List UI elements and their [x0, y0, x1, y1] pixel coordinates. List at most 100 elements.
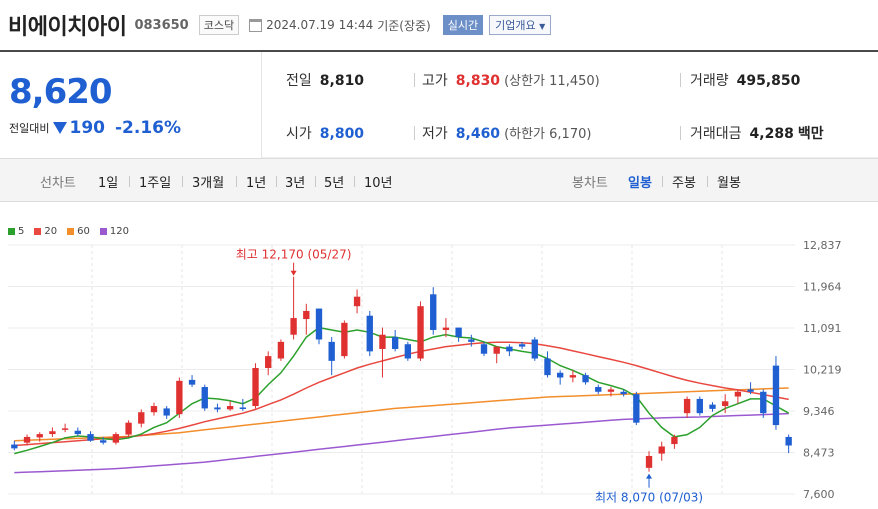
y-tick-label: 9,346 [803, 405, 835, 418]
divider [414, 73, 415, 87]
legend-swatch [8, 228, 15, 235]
candle-down [760, 391, 767, 414]
period-1y[interactable]: 1년 [246, 172, 266, 191]
legend-ma60-label: 60 [77, 226, 90, 237]
quote-basis: 기준(장중) [377, 18, 431, 33]
market-badge: 코스닥 [198, 15, 240, 35]
candle-up [23, 436, 31, 443]
trade-value-unit: 백만 [797, 126, 824, 142]
low-annotation: 최저 8,070 (07/03) [595, 491, 703, 505]
candle-daily[interactable]: 일봉 [628, 172, 652, 191]
candle-chart-label: 봉차트 [572, 176, 608, 191]
legend-ma120: 120 [99, 226, 129, 237]
candle-weekly[interactable]: 주봉 [672, 172, 696, 191]
candle-up [176, 380, 183, 415]
legend-swatch [67, 228, 75, 235]
line-chart-label: 선차트 [40, 176, 76, 191]
candle-down [620, 391, 627, 395]
divider [354, 176, 355, 187]
upper-limit: (상한가 11,450) [504, 74, 600, 89]
divider [707, 176, 708, 187]
trade-value: 거래대금 4,288 백만 [690, 123, 824, 143]
lower-limit: (하한가 6,170) [504, 127, 592, 142]
y-tick-label: 12,837 [803, 239, 842, 252]
candle-up [265, 356, 272, 369]
period-3m[interactable]: 3개월 [192, 172, 224, 191]
period-10y[interactable]: 10년 [364, 172, 393, 191]
legend-ma60: 60 [67, 226, 90, 237]
high-marker-arrow [290, 270, 297, 276]
candle-up [36, 434, 43, 438]
candle-down [391, 337, 399, 349]
candle-up [353, 296, 361, 307]
candle-down [595, 387, 602, 392]
stock-page: 비에이치아이 083650 코스닥 2024.07.19 14:44 기준(장중… [0, 0, 878, 509]
candle-up [658, 446, 665, 454]
day-high: 고가 8,830 (상한가 11,450) [422, 70, 600, 90]
divider [680, 126, 681, 140]
candle-up [645, 455, 653, 468]
y-tick-label: 8,473 [803, 446, 835, 459]
candle-monthly[interactable]: 월봉 [717, 172, 741, 191]
low-marker-arrow [646, 473, 653, 479]
candle-down [468, 339, 475, 342]
legend-ma5: 5 [8, 226, 24, 237]
down-triangle-icon [53, 122, 68, 134]
candle-down [556, 372, 564, 378]
high-label: 고가 [422, 73, 448, 89]
candle-down [366, 315, 373, 352]
calendar-icon [249, 18, 263, 32]
candle-down [328, 341, 335, 361]
candle-down [544, 358, 551, 376]
period-3y[interactable]: 3년 [285, 172, 305, 191]
candle-up [442, 327, 450, 330]
candle-down [163, 408, 170, 416]
period-1w[interactable]: 1주일 [139, 172, 171, 191]
volume: 거래량 495,850 [690, 70, 800, 90]
candlestick-chart[interactable]: 12,837 11,964 11,091 10,219 9,346 8,473 7,600 최… [0, 210, 878, 509]
candle-up [734, 391, 742, 397]
open-price: 시가 8,800 [286, 123, 364, 143]
divider [662, 176, 663, 187]
candle-up [112, 434, 120, 443]
candle-down [11, 444, 18, 449]
candle-down [315, 308, 323, 340]
period-5y[interactable]: 5년 [324, 172, 344, 191]
candle-up [341, 322, 348, 357]
candle-down [74, 430, 81, 435]
candle-up [290, 318, 297, 335]
quote-datetime: 2024.07.19 14:44 [266, 18, 374, 32]
volume-value: 495,850 [736, 73, 801, 89]
candle-down [100, 440, 107, 443]
high-value: 8,830 [455, 73, 501, 89]
price-summary: 8,620 전일대비 190 -2.16% [0, 52, 262, 158]
candle-up [493, 346, 500, 354]
candle-down [188, 379, 196, 385]
candle-down [633, 394, 640, 423]
corp-overview-label: 기업개요 [495, 19, 536, 32]
candle-up [49, 431, 56, 435]
low-value: 8,460 [455, 126, 501, 142]
prev-close-value: 8,810 [319, 73, 365, 89]
candle-down [785, 436, 792, 446]
divider [236, 176, 237, 187]
day-low: 저가 8,460 (하한가 6,170) [422, 123, 591, 143]
divider [276, 176, 277, 187]
ma5-line [14, 326, 790, 455]
candle-up [722, 401, 729, 407]
candle-down [480, 344, 488, 354]
open-label: 시가 [286, 126, 312, 142]
candle-down [430, 294, 437, 330]
y-tick-label: 11,091 [803, 322, 842, 335]
corp-overview-dropdown[interactable]: 기업개요 ▼ [489, 15, 552, 35]
chart-toolbar: 선차트 1일 1주일 3개월 1년 3년 5년 10년 봉차트 일봉 주봉 월봉 [0, 158, 878, 202]
legend-swatch [34, 228, 42, 235]
volume-label: 거래량 [690, 73, 729, 89]
stock-code: 083650 [134, 17, 189, 33]
divider [315, 176, 316, 187]
divider [182, 176, 183, 187]
period-1d[interactable]: 1일 [98, 172, 118, 191]
realtime-button[interactable]: 실시간 [442, 15, 484, 35]
legend-ma20-label: 20 [44, 226, 58, 237]
change-amount: 190 [69, 118, 105, 138]
